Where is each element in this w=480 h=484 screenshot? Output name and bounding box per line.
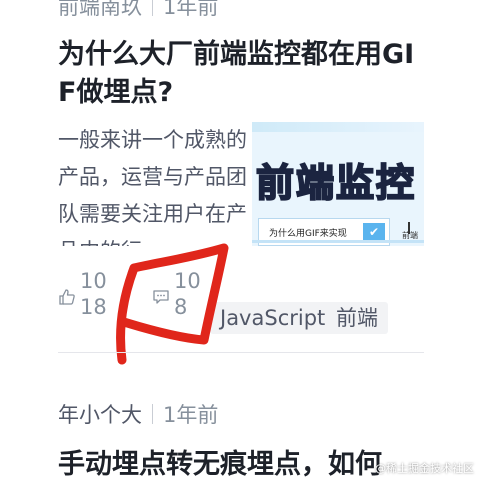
comment-button[interactable]: 108 [152, 268, 204, 320]
thumbnail-bar-text: 为什么用GIF来实现 [269, 228, 347, 239]
article1-meta: 前端南玖 1年前 [58, 0, 218, 21]
thumbnail-bottom-line [252, 240, 424, 243]
tag-javascript[interactable]: JavaScript [210, 302, 336, 334]
article2-meta: 年小个大 1年前 [58, 398, 218, 430]
article1-time: 1年前 [163, 0, 219, 19]
tag-frontend[interactable]: 前端 [326, 302, 388, 334]
article2-time: 1年前 [163, 403, 219, 427]
article1-thumbnail[interactable]: 前端监控 为什么用GIF来实现 ✔ 前端 [252, 122, 424, 246]
comment-icon [153, 290, 169, 304]
article1-stats: 1018 108 JavaScript 前端 [58, 268, 428, 334]
meta-divider [152, 404, 153, 424]
checkmark-icon: ✔ [363, 223, 385, 241]
article1-author[interactable]: 前端南玖 [58, 0, 142, 21]
like-count: 1018 [80, 269, 107, 319]
like-button[interactable]: 1018 [58, 268, 110, 320]
article1-title[interactable]: 为什么大厂前端监控都在用GIF做埋点? [58, 36, 428, 112]
thumbs-up-icon [59, 289, 75, 305]
article1-abstract[interactable]: 一般来讲一个成熟的产品，运营与产品团队需要关注用户在产品内的行 [58, 122, 248, 246]
watermark: @稀土掘金技术社区 [375, 462, 474, 475]
thumbnail-headline: 前端监控 [255, 160, 417, 206]
article-divider [58, 352, 424, 353]
meta-divider [152, 0, 153, 16]
thumbnail-top-strip [252, 122, 424, 132]
comment-count: 108 [174, 269, 201, 319]
article2-author[interactable]: 年小个大 [58, 399, 142, 429]
